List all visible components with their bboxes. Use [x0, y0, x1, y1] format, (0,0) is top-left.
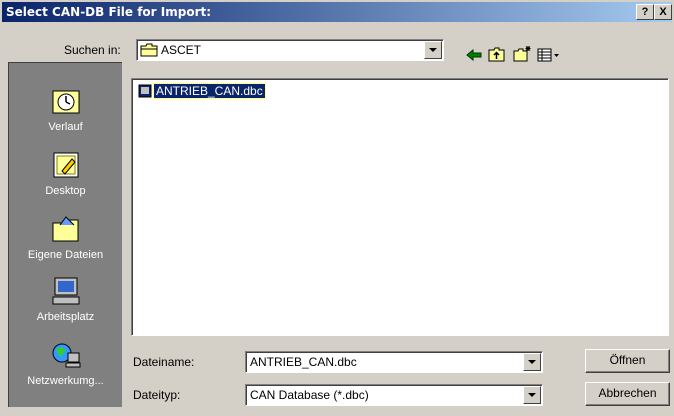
- history-icon: [52, 90, 79, 114]
- filetype-select[interactable]: CAN Database (*.dbc): [245, 384, 543, 406]
- lookin-combo[interactable]: ASCET: [136, 39, 444, 61]
- chevron-down-icon: [528, 393, 536, 397]
- lookin-value: ASCET: [161, 43, 202, 57]
- lookin-label: Suchen in:: [64, 43, 121, 57]
- cancel-button[interactable]: Abbrechen: [585, 382, 670, 406]
- help-button[interactable]: ?: [636, 4, 654, 20]
- close-button[interactable]: X: [654, 4, 672, 20]
- dialog-title: Select CAN-DB File for Import:: [6, 5, 212, 19]
- filetype-dropdown-button[interactable]: [523, 386, 541, 404]
- filename-label: Dateiname:: [133, 355, 195, 369]
- chevron-down-icon: [528, 360, 536, 364]
- place-label: Verlauf: [48, 121, 83, 133]
- place-verlauf[interactable]: Verlauf: [9, 85, 122, 133]
- network-icon: [52, 343, 80, 368]
- open-button[interactable]: Öffnen: [585, 349, 670, 373]
- file-name: ANTRIEB_CAN.dbc: [153, 82, 266, 99]
- folder-icon: [140, 43, 158, 60]
- chevron-down-icon: [429, 48, 437, 52]
- place-label: Arbeitsplatz: [36, 311, 95, 323]
- back-arrow-icon[interactable]: [464, 45, 484, 65]
- file-dialog: Select CAN-DB File for Import: ? X Suche…: [0, 0, 674, 416]
- title-bar: Select CAN-DB File for Import: ? X: [2, 2, 672, 22]
- filename-value: ANTRIEB_CAN.dbc: [250, 355, 357, 369]
- place-eigene-dateien[interactable]: Eigene Dateien: [9, 213, 122, 261]
- filetype-label: Dateityp:: [133, 388, 181, 402]
- filename-input[interactable]: ANTRIEB_CAN.dbc: [245, 351, 543, 373]
- place-label: Desktop: [45, 185, 86, 197]
- place-netzwerkumgebung[interactable]: Netzwerkumg...: [9, 339, 122, 387]
- place-arbeitsplatz[interactable]: Arbeitsplatz: [9, 275, 122, 323]
- desktop-icon: [53, 152, 78, 178]
- new-folder-icon[interactable]: [512, 45, 532, 65]
- file-item[interactable]: ANTRIEB_CAN.dbc: [138, 82, 266, 99]
- computer-icon: [52, 277, 79, 305]
- places-bar: Verlauf Desktop Eigene Dateien Arbeitspl…: [8, 62, 122, 407]
- filetype-value: CAN Database (*.dbc): [250, 388, 369, 402]
- lookin-dropdown-button[interactable]: [424, 41, 442, 59]
- file-list[interactable]: ANTRIEB_CAN.dbc: [131, 78, 669, 336]
- file-icon: [138, 84, 152, 97]
- view-menu-icon[interactable]: [536, 45, 562, 65]
- place-label: Eigene Dateien: [27, 249, 104, 261]
- filename-dropdown-button[interactable]: [523, 353, 541, 371]
- place-desktop[interactable]: Desktop: [9, 149, 122, 197]
- place-label: Netzwerkumg...: [27, 375, 104, 387]
- up-folder-icon[interactable]: [487, 45, 507, 65]
- documents-folder-icon: [52, 216, 78, 242]
